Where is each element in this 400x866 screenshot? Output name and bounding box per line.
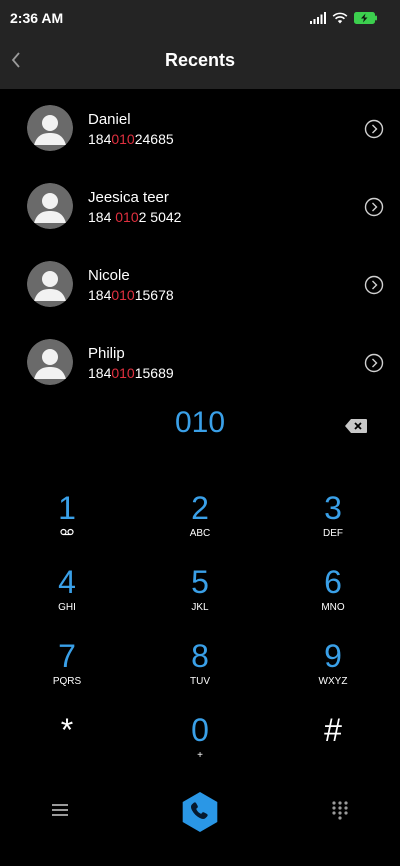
key-sub [7,750,127,762]
key-sub: + [197,750,203,761]
key-sub [7,528,127,540]
key-sub: MNO [321,602,345,613]
key-sub: GHI [58,602,76,613]
key-digit: 7 [58,638,76,674]
key-digit: 2 [191,490,209,526]
key-2[interactable]: 2 ABC [140,490,260,560]
person-icon [27,261,73,307]
contact-row-philip[interactable]: Philip 18401015689 [0,323,400,401]
status-bar: 2:36 AM [0,0,400,36]
contact-number: 18401015678 [88,287,174,303]
key-digit: 9 [324,638,342,674]
key-sub [273,750,393,762]
avatar [27,183,73,229]
key-digit: # [324,712,342,748]
contact-number: 18401015689 [88,365,174,381]
person-icon [27,105,73,151]
wifi-icon [332,12,348,24]
chevron-circle-icon[interactable] [364,119,384,139]
key-9[interactable]: 9 WXYZ [273,638,393,708]
status-time: 2:36 AM [10,10,64,26]
key-0[interactable]: 0 + [140,712,260,782]
contact-row-daniel[interactable]: Daniel 18401024685 [0,89,400,167]
person-icon [27,339,73,385]
menu-icon[interactable] [50,800,70,820]
avatar [27,261,73,307]
backspace-icon[interactable] [344,418,368,434]
recents-list: Daniel 18401024685 Jeesica teer 184 0102… [0,89,400,401]
chevron-circle-icon[interactable] [364,197,384,217]
key-digit: 5 [191,564,209,600]
contact-number: 18401024685 [88,131,174,147]
avatar [27,339,73,385]
key-sub: ABC [189,528,211,539]
key-hash[interactable]: # [273,712,393,782]
bottom-bar [0,780,400,840]
contact-name: Philip [88,345,125,362]
app-header: Recents [0,36,400,89]
key-8[interactable]: 8 TUV [140,638,260,708]
contact-name: Nicole [88,267,130,284]
call-button[interactable] [178,790,222,834]
status-icons [310,11,378,25]
contact-name: Jeesica teer [88,189,169,206]
key-sub: TUV [190,676,210,687]
key-3[interactable]: 3 DEF [273,490,393,560]
key-1[interactable]: 1 [7,490,127,560]
key-4[interactable]: 4 GHI [7,564,127,634]
dialed-number: 010 [174,406,226,439]
voicemail-icon [60,528,74,536]
person-icon [27,183,73,229]
key-5[interactable]: 5 JKL [140,564,260,634]
key-sub: JKL [191,602,209,613]
key-6[interactable]: 6 MNO [273,564,393,634]
key-digit: * [60,712,74,748]
signal-icon [310,12,326,24]
avatar [27,105,73,151]
contact-number: 184 0102 5042 [88,209,182,225]
key-digit: 0 [191,712,209,748]
contact-row-jeesica[interactable]: Jeesica teer 184 0102 5042 [0,167,400,245]
key-digit: 1 [58,490,76,526]
key-sub: PQRS [52,676,82,687]
key-7[interactable]: 7 PQRS [7,638,127,708]
chevron-circle-icon[interactable] [364,275,384,295]
contact-name: Daniel [88,111,131,128]
key-digit: 6 [324,564,342,600]
dialpad-icon[interactable] [330,800,350,820]
key-digit: 8 [191,638,209,674]
key-digit: 3 [324,490,342,526]
chevron-circle-icon[interactable] [364,353,384,373]
key-sub: WXYZ [318,676,348,687]
page-title: Recents [164,50,236,70]
contact-row-nicole[interactable]: Nicole 18401015678 [0,245,400,323]
battery-icon [354,12,377,24]
key-sub: DEF [323,528,343,539]
key-star[interactable]: * [7,712,127,782]
key-digit: 4 [58,564,76,600]
